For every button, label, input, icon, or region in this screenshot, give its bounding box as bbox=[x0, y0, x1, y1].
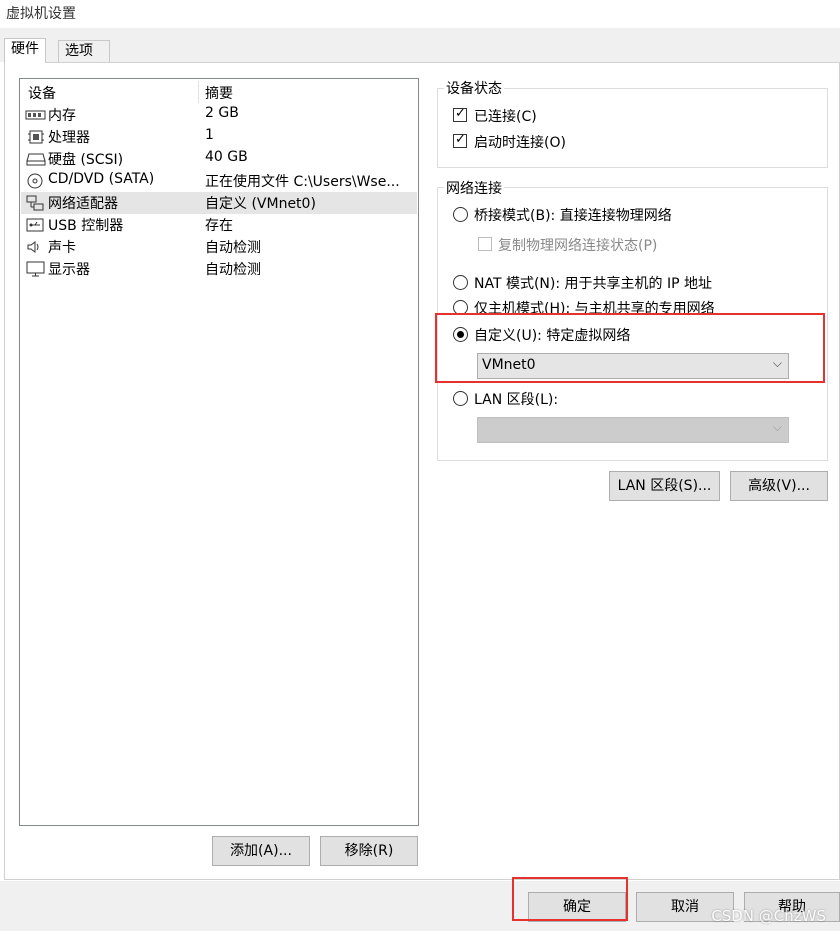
replicate-state-checkbox[interactable] bbox=[478, 237, 492, 251]
device-row-processor[interactable]: 处理器 1 bbox=[21, 126, 417, 148]
replicate-state-label[interactable]: 复制物理网络连接状态(P) bbox=[498, 235, 657, 255]
check-mark-icon: ✓ bbox=[455, 106, 466, 121]
remove-device-button[interactable]: 移除(R) bbox=[320, 836, 418, 866]
network-adapter-icon bbox=[26, 195, 44, 211]
device-row-display[interactable]: 显示器 自动检测 bbox=[21, 258, 417, 280]
watermark: CSDN @CnzWS bbox=[711, 907, 826, 925]
add-device-button[interactable]: 添加(A)... bbox=[212, 836, 310, 866]
device-summary: 自动检测 bbox=[205, 240, 261, 256]
device-name: 显示器 bbox=[48, 262, 90, 278]
host-only-label[interactable]: 仅主机模式(H): 与主机共享的专用网络 bbox=[474, 298, 715, 314]
connected-checkbox[interactable]: ✓ bbox=[453, 106, 467, 122]
bridged-label[interactable]: 桥接模式(B): 直接连接物理网络 bbox=[474, 205, 672, 225]
column-divider[interactable] bbox=[198, 81, 199, 103]
cd-dvd-icon bbox=[27, 173, 43, 189]
device-summary: 存在 bbox=[205, 218, 233, 234]
advanced-button[interactable]: 高级(V)... bbox=[730, 471, 828, 501]
connect-at-power-on-checkbox[interactable]: ✓ bbox=[453, 132, 467, 148]
hard-disk-icon bbox=[26, 153, 46, 166]
device-summary: 自定义 (VMnet0) bbox=[205, 196, 316, 212]
device-name: USB 控制器 bbox=[48, 218, 124, 234]
tab-hardware[interactable]: 硬件 bbox=[4, 38, 46, 63]
bridged-radio[interactable] bbox=[453, 207, 468, 222]
nat-label[interactable]: NAT 模式(N): 用于共享主机的 IP 地址 bbox=[474, 273, 712, 293]
lan-segments-button[interactable]: LAN 区段(S)... bbox=[609, 471, 720, 501]
lan-segment-radio[interactable] bbox=[453, 391, 468, 406]
device-name: 声卡 bbox=[48, 240, 76, 256]
highlight-box-ok bbox=[512, 877, 628, 921]
tab-strip bbox=[0, 28, 840, 62]
lan-segment-select[interactable]: ⌵ bbox=[477, 417, 789, 443]
device-list[interactable]: 设备 摘要 内存 2 GB 处理器 1 硬盘 (SCSI) 40 GB CD/D… bbox=[19, 78, 419, 826]
monitor-icon bbox=[26, 261, 45, 277]
tab-options[interactable]: 选项 bbox=[58, 40, 110, 62]
memory-icon bbox=[25, 110, 46, 120]
device-row-cd-dvd[interactable]: CD/DVD (SATA) 正在使用文件 C:\Users\Wse... bbox=[21, 170, 417, 192]
nat-radio[interactable] bbox=[453, 275, 468, 290]
device-name: 内存 bbox=[48, 108, 76, 124]
check-mark-icon: ✓ bbox=[455, 132, 466, 147]
network-connection-title: 网络连接 bbox=[444, 178, 504, 198]
host-only-radio[interactable] bbox=[453, 300, 468, 314]
device-name: CD/DVD (SATA) bbox=[48, 171, 155, 187]
connect-at-power-on-label[interactable]: 启动时连接(O) bbox=[474, 132, 566, 152]
sound-card-icon bbox=[27, 241, 39, 253]
cpu-icon bbox=[28, 130, 44, 144]
device-summary: 1 bbox=[205, 127, 214, 143]
device-row-memory[interactable]: 内存 2 GB bbox=[21, 104, 417, 126]
title-bar: 虚拟机设置 bbox=[0, 0, 840, 28]
device-summary: 40 GB bbox=[205, 149, 248, 165]
connected-label[interactable]: 已连接(C) bbox=[474, 106, 537, 126]
column-header-device[interactable]: 设备 bbox=[28, 83, 56, 103]
device-status-group bbox=[437, 88, 828, 168]
lan-segment-label[interactable]: LAN 区段(L): bbox=[474, 389, 558, 409]
device-summary: 2 GB bbox=[205, 105, 239, 121]
device-summary: 自动检测 bbox=[205, 262, 261, 278]
device-row-usb-controller[interactable]: USB 控制器 存在 bbox=[21, 214, 417, 236]
device-row-network-adapter[interactable]: 网络适配器 自定义 (VMnet0) bbox=[21, 192, 417, 214]
device-name: 网络适配器 bbox=[48, 196, 118, 212]
usb-icon bbox=[26, 218, 44, 232]
device-summary: 正在使用文件 C:\Users\Wse... bbox=[205, 174, 400, 190]
window-title: 虚拟机设置 bbox=[6, 6, 76, 22]
host-only-option-clip: 仅主机模式(H): 与主机共享的专用网络 bbox=[450, 298, 820, 314]
device-status-title: 设备状态 bbox=[444, 78, 504, 98]
device-row-sound-card[interactable]: 声卡 自动检测 bbox=[21, 236, 417, 258]
device-name: 硬盘 (SCSI) bbox=[48, 152, 124, 168]
highlight-box-custom bbox=[435, 313, 825, 383]
device-row-hard-disk[interactable]: 硬盘 (SCSI) 40 GB bbox=[21, 148, 417, 170]
column-header-summary[interactable]: 摘要 bbox=[205, 83, 233, 103]
chevron-down-icon: ⌵ bbox=[772, 420, 782, 434]
device-name: 处理器 bbox=[48, 130, 90, 146]
